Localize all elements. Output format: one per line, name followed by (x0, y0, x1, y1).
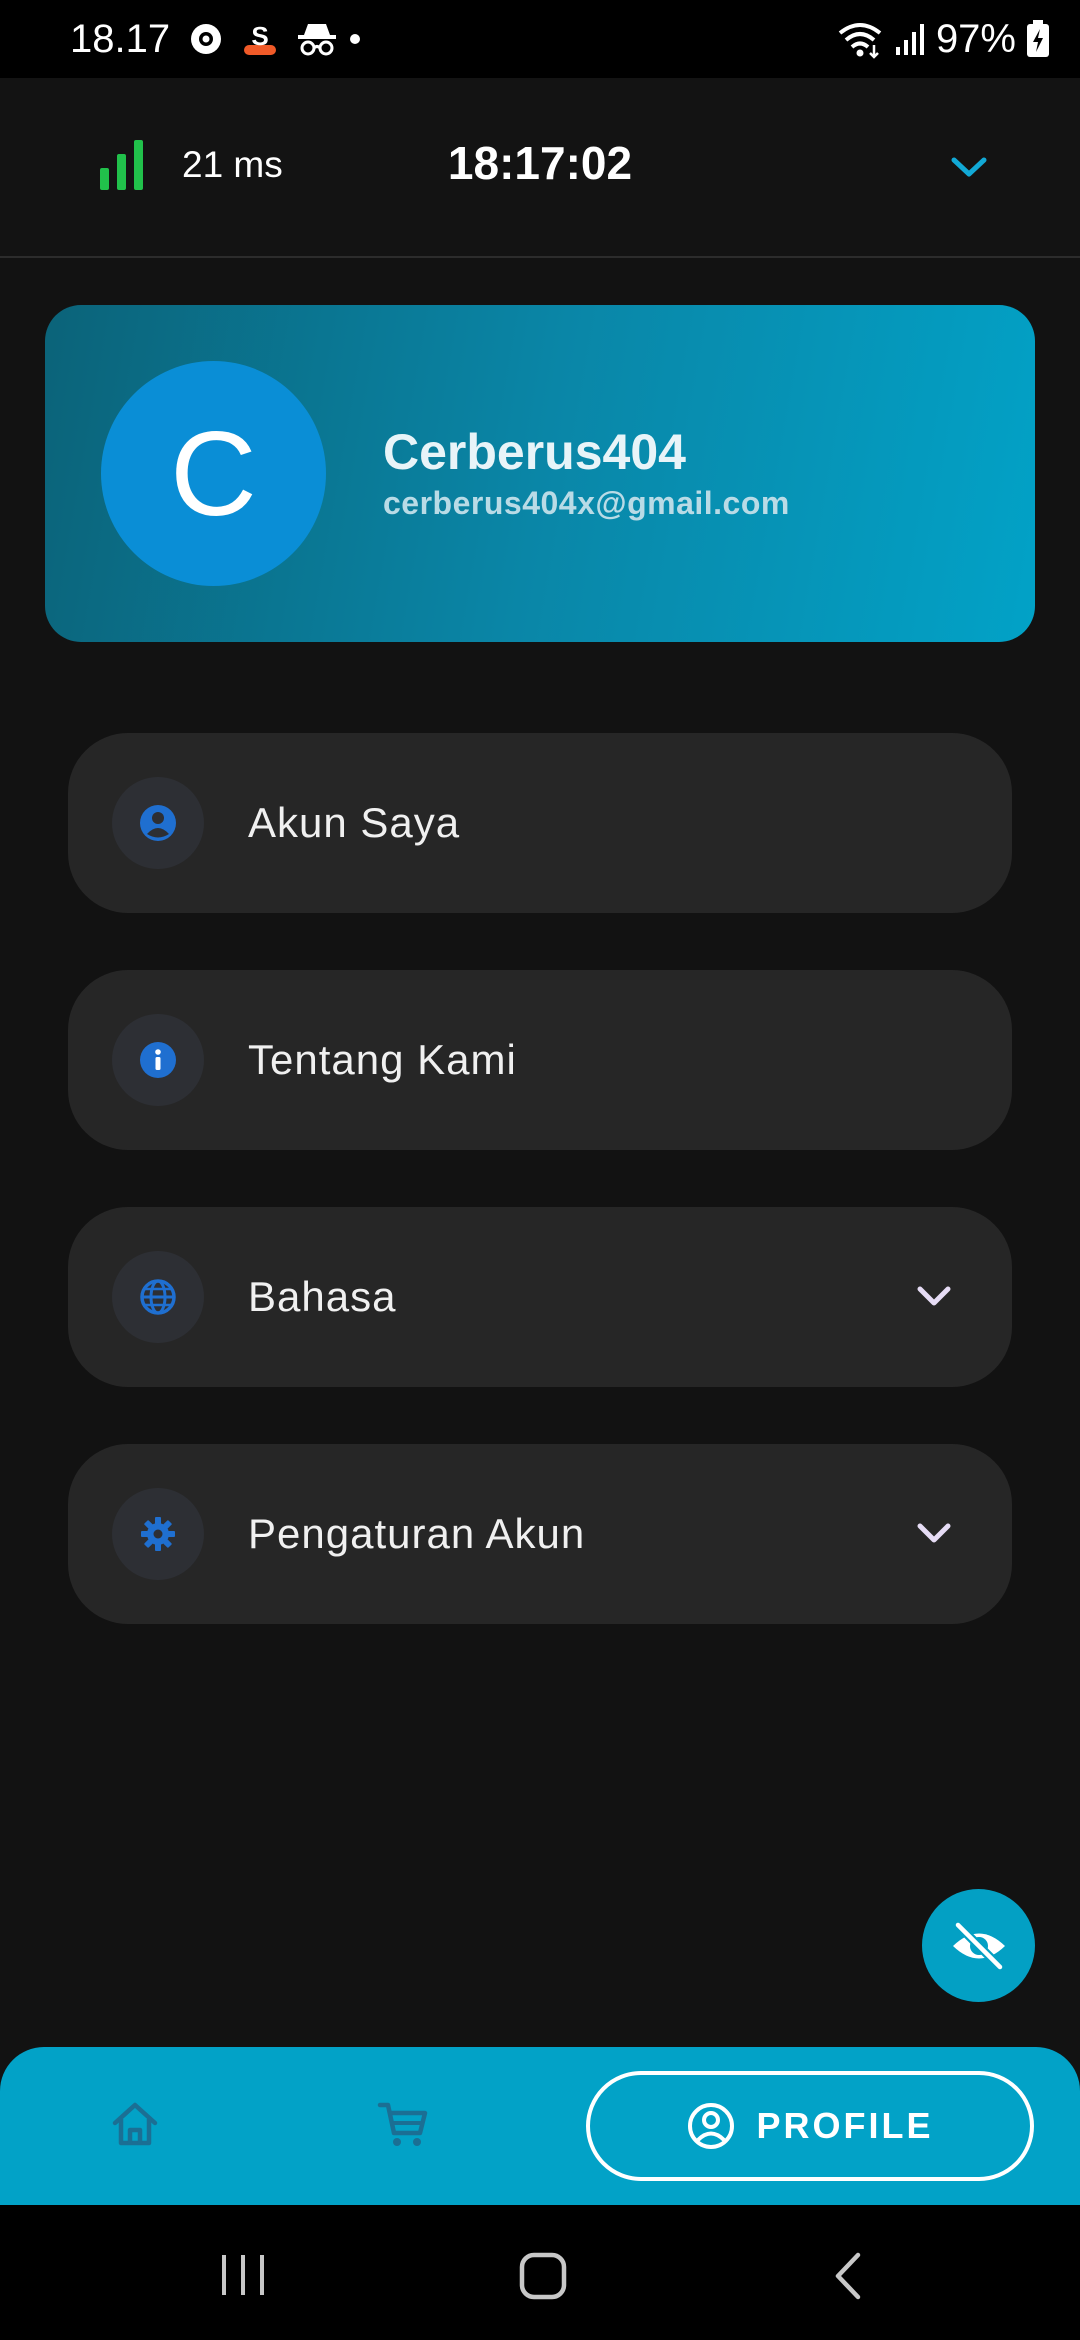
signal-strength-icon (100, 140, 143, 190)
s-app-icon: S (244, 21, 277, 55)
nav-profile-button[interactable]: PROFILE (586, 2071, 1034, 2181)
svg-text:S: S (251, 21, 268, 51)
menu-item-tentang-kami[interactable]: Tentang Kami (68, 970, 1012, 1150)
menu-item-bahasa[interactable]: Bahasa (68, 1207, 1012, 1387)
chevron-down-icon[interactable] (912, 1277, 956, 1317)
signal-icon (895, 24, 924, 55)
header-clock: 18:17:02 (447, 137, 633, 189)
menu-item-label: Akun Saya (248, 799, 461, 846)
nav-profile-label: PROFILE (756, 2105, 934, 2146)
gear-icon (112, 1488, 204, 1580)
notification-dot (350, 34, 361, 44)
home-button-icon[interactable] (518, 2251, 568, 2301)
cart-icon[interactable] (376, 2097, 430, 2151)
wifi-icon (838, 23, 882, 59)
status-notification-icons: S (188, 19, 338, 59)
chevron-down-icon[interactable] (912, 1514, 956, 1554)
profile-icon (688, 2103, 735, 2149)
connection-header: 21 ms 18:17:02 (0, 78, 1080, 258)
account-circle-icon (112, 777, 204, 869)
toggle-visibility-button[interactable] (922, 1889, 1035, 2002)
info-icon (112, 1014, 204, 1106)
globe-icon (112, 1251, 204, 1343)
status-bar: 18.17 S 97% (0, 0, 1080, 78)
system-navigation-bar (0, 2205, 1080, 2340)
back-icon[interactable] (828, 2251, 868, 2301)
profile-card: C Cerberus404 cerberus404x@gmail.com (45, 305, 1035, 642)
status-system-icons: 97% (836, 0, 1050, 78)
menu-item-label: Pengaturan Akun (248, 1510, 586, 1557)
eye-off-icon (952, 1921, 1005, 1970)
battery-percent: 97% (935, 16, 1016, 61)
home-icon[interactable] (108, 2097, 162, 2151)
bottom-navigation: PROFILE (0, 2047, 1080, 2205)
ping-latency: 21 ms (182, 144, 283, 185)
menu-item-label: Tentang Kami (248, 1036, 517, 1083)
status-time: 18.17 (70, 16, 171, 61)
menu-item-pengaturan-akun[interactable]: Pengaturan Akun (68, 1444, 1012, 1624)
user-email: cerberus404x@gmail.com (383, 485, 790, 521)
user-name: Cerberus404 (383, 424, 686, 480)
battery-charging-icon (1027, 20, 1049, 57)
chevron-down-icon[interactable] (944, 146, 994, 186)
incognito-icon (298, 24, 337, 56)
menu-item-label: Bahasa (248, 1273, 397, 1320)
menu-item-akun-saya[interactable]: Akun Saya (68, 733, 1012, 913)
avatar: C (101, 361, 326, 586)
location-icon (191, 24, 222, 54)
recent-apps-icon[interactable] (218, 2253, 268, 2297)
